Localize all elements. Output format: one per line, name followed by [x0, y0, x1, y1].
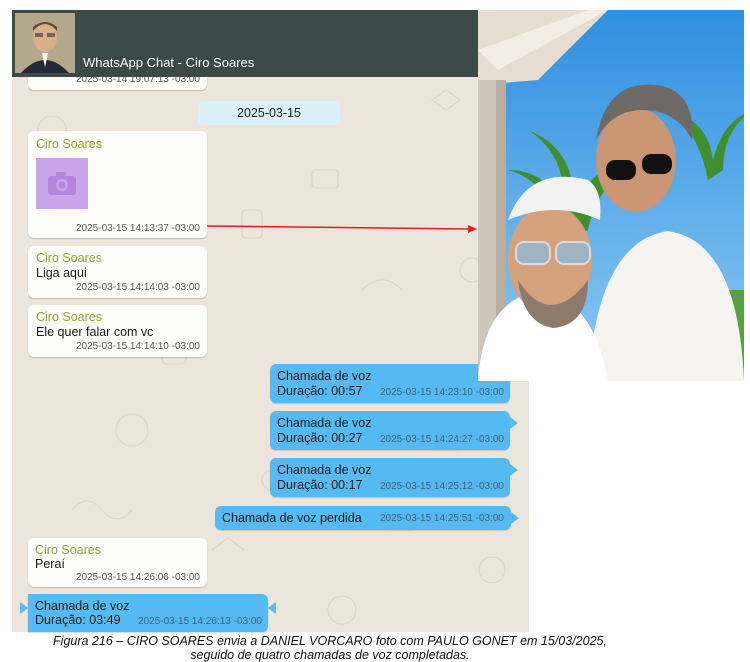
sender-name: Ciro Soares — [36, 251, 102, 265]
message-text: Ele quer falar com vc — [36, 325, 154, 339]
avatar[interactable] — [15, 13, 75, 73]
enlarged-photo — [478, 10, 744, 381]
caption-line-1: Figura 216 – CIRO SOARES envia a DANIEL … — [53, 634, 607, 648]
contact-photo — [15, 13, 75, 73]
chat-header: WhatsApp Chat - Ciro Soares — [12, 10, 478, 77]
call-label: Chamada de voz — [277, 463, 372, 477]
camera-icon — [48, 172, 76, 195]
message-bubble-text[interactable]: Ciro Soares Peraí 2025-03-15 14:26:06 -0… — [28, 538, 207, 587]
call-label: Chamada de voz — [277, 416, 372, 430]
call-duration: Duração: 00:27 — [277, 431, 363, 445]
message-timestamp: 2025-03-15 14:24:27 -03:00 — [380, 434, 504, 445]
message-timestamp: 2025-03-15 14:26:13 -03:00 — [138, 616, 262, 627]
message-timestamp: 2025-03-15 14:13:37 -03:00 — [76, 223, 200, 234]
figure-caption: Figura 216 – CIRO SOARES envia a DANIEL … — [0, 634, 660, 662]
message-bubble-photo[interactable]: Ciro Soares 2025-03-15 14:13:37 -03:00 — [28, 131, 207, 238]
caption-line-2: seguido de quatro chamadas de voz comple… — [190, 648, 470, 662]
message-timestamp: 2025-03-15 14:14:03 -03:00 — [76, 282, 200, 293]
call-label: Chamada de voz — [35, 599, 130, 613]
missed-call-label: Chamada de voz perdida — [222, 511, 362, 525]
call-label: Chamada de voz — [277, 369, 372, 383]
voice-call-bubble[interactable]: Chamada de voz Duração: 00:57 2025-03-15… — [270, 364, 518, 403]
message-timestamp: 2025-03-15 14:25:12 -03:00 — [380, 481, 504, 492]
call-duration: Duração: 00:17 — [277, 478, 363, 492]
photo-image — [478, 10, 744, 381]
sender-name: Ciro Soares — [36, 310, 102, 324]
date-separator: 2025-03-15 — [198, 101, 340, 125]
message-timestamp: 2025-03-15 14:23:10 -03:00 — [380, 387, 504, 398]
sender-name: Ciro Soares — [35, 543, 101, 557]
message-bubble-text[interactable]: Ciro Soares Ele quer falar com vc 2025-0… — [28, 305, 207, 357]
sender-name: Ciro Soares — [36, 137, 102, 151]
message-timestamp: 2025-03-15 14:26:06 -03:00 — [76, 572, 200, 583]
call-duration: Duração: 03:49 — [35, 613, 121, 627]
voice-call-bubble[interactable]: Chamada de voz Duração: 00:17 2025-03-15… — [270, 458, 518, 497]
message-timestamp: 2025-03-15 14:25:51 -03:00 — [380, 513, 504, 524]
call-duration: Duração: 00:57 — [277, 384, 363, 398]
missed-call-bubble[interactable]: Chamada de voz perdida 2025-03-15 14:25:… — [215, 506, 519, 530]
chat-title: WhatsApp Chat - Ciro Soares — [83, 55, 255, 70]
message-timestamp: 2025-03-15 14:14:10 -03:00 — [76, 341, 200, 352]
image-thumbnail[interactable] — [36, 158, 88, 209]
message-text: Peraí — [35, 557, 65, 571]
voice-call-bubble[interactable]: Chamada de voz Duração: 03:49 2025-03-15… — [20, 594, 276, 632]
message-bubble-text[interactable]: Ciro Soares Liga aqui 2025-03-15 14:14:0… — [28, 246, 207, 298]
voice-call-bubble[interactable]: Chamada de voz Duração: 00:27 2025-03-15… — [270, 411, 518, 450]
message-text: Liga aqui — [36, 266, 87, 280]
